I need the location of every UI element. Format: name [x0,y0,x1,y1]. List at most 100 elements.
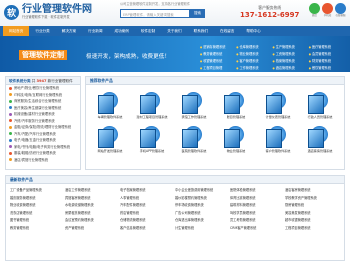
latest-product-link[interactable]: 图书管理系统 [10,217,65,225]
nav-item[interactable]: 行业新闻 [82,26,108,36]
nav-item[interactable]: 解决方案 [56,26,82,36]
product-card[interactable]: 酒店客房管理系统 [299,121,341,153]
qr-item[interactable]: 在线客服 [335,3,346,18]
latest-product-link[interactable]: 美容美发管理系统 [285,210,340,218]
software-count: 3947 [36,79,47,83]
latest-product-link[interactable]: 超市收银管理系统 [285,217,340,225]
banner-link[interactable]: 客户管理系统 [236,59,272,64]
latest-product-link[interactable]: 宾馆客房管理系统 [65,195,120,203]
latest-product-link[interactable]: 员工考勤管理系统 [230,217,285,225]
nav-item[interactable]: 软件定制 [135,26,161,36]
sidebar-category[interactable]: 酒店/宾馆行业管理系统 [6,157,80,164]
search-input[interactable]: ERP管理软件，请输入关键词搜索 [120,9,190,18]
latest-product-link[interactable]: 药店管理系统 [120,210,175,218]
banner-link[interactable]: 生产管理系统 [273,45,309,50]
banner-link[interactable]: 档案管理系统 [273,59,309,64]
nav-item[interactable]: 关于我们 [161,26,187,36]
latest-product-link[interactable]: 厨房管理系统 [285,202,340,210]
latest-product-link[interactable]: 洗衣店管理系统 [10,210,65,218]
qr-item[interactable]: 微信 [309,3,320,18]
latest-product-link[interactable]: 房屋租赁管理系统 [65,210,120,218]
latest-product-link[interactable]: 酒店工作管理系统 [65,187,120,195]
banner-link[interactable]: 酒店管理系统 [273,66,309,71]
software-box-icon [182,90,206,114]
latest-product-link[interactable]: 婚纱影楼预约管理系统 [175,195,230,203]
banner-link[interactable]: 餐饮管理系统 [309,66,345,71]
latest-product-link[interactable]: 计生管理系统 [175,225,230,233]
latest-product-link[interactable]: 中小企业差旅费用管理系统 [175,187,230,195]
nav-item[interactable]: 网站首页 [3,26,30,36]
banner-link[interactable]: 进销存管理系统 [200,45,236,50]
product-card[interactable]: 账目管理系统 [215,87,257,119]
category-dot-icon [9,125,12,129]
product-name: 宾馆工作管理系统 [181,115,207,119]
product-card[interactable]: 网站开发管理系统 [89,121,131,153]
latest-product-link[interactable]: 学校教学资产管理系统 [285,195,340,203]
latest-product-link[interactable]: 工厂设备产品管理系统 [10,187,65,195]
banner: 管理软件定制 极速开发，架构成熟，收费更低！ 进销存管理系统仓库管理系统生产管理… [0,36,350,72]
latest-product-link[interactable]: 汽车配件管理系统 [120,202,175,210]
product-card[interactable]: 手机APP管理系统 [131,121,173,153]
latest-product-link[interactable]: 广告公司管理系统 [175,210,230,218]
product-card[interactable]: 计量仪表管理系统 [257,87,299,119]
product-name: 车辆管理软件系统 [97,115,123,119]
latest-product-link[interactable]: 工程项目管理系统 [285,225,340,233]
product-card[interactable]: 客户管理软件系统 [257,121,299,153]
latest-product-link[interactable]: 人事管理系统 [120,195,175,203]
latest-product-link[interactable]: 物业收费管理系统 [10,202,65,210]
category-dot-icon [9,99,12,103]
product-name: 计量仪表管理系统 [265,115,291,119]
nav-item[interactable]: 行业分类 [29,26,55,36]
banner-slogan: 极速开发，架构成熟，收费更低！ [86,54,170,60]
category-dot-icon [9,151,12,155]
latest-product-link[interactable]: 婚庆服务管理系统 [10,195,65,203]
product-card[interactable]: 车辆管理软件系统 [89,87,131,119]
latest-product-link[interactable]: 酒店客房管理系统 [285,187,340,195]
banner-link[interactable]: 物业管理系统 [236,52,272,57]
banner-link[interactable]: 教务管理系统 [200,52,236,57]
category-dot-icon [9,112,12,116]
banner-link[interactable]: 医疗管理系统 [309,45,345,50]
product-card[interactable]: 物业管理系统 [215,121,257,153]
product-card[interactable]: 医院管理软件系统 [173,121,215,153]
nav-item[interactable]: 联系我们 [188,26,214,36]
latest-product-link[interactable]: 教务管理系统 [10,225,65,233]
banner-link[interactable]: 收银管理系统 [200,59,236,64]
banner-link[interactable]: 工作管理系统 [236,66,272,71]
latest-product-link[interactable]: 建筑材料管理系统 [230,202,285,210]
latest-title: 最新软件产品 [6,176,344,184]
latest-product-link[interactable]: 停车场收费管理系统 [175,202,230,210]
latest-product-link[interactable]: 会议室预约管理系统 [65,217,120,225]
product-name: 行政人员管理系统 [307,115,333,119]
category-sidebar: 软件系统分类 共 3947 款行业管理软件 房地产/物业/餐饮行业管理系统 IT科… [5,76,81,170]
product-card[interactable]: 宾馆工作管理系统 [173,87,215,119]
banner-link[interactable]: 工资管理系统 [273,52,309,57]
product-card[interactable]: 建材工程项目管理系统 [131,87,173,119]
banner-link[interactable]: 仓库管理系统 [236,45,272,50]
nav-item[interactable]: 帮助中心 [240,26,266,36]
banner-link[interactable]: 会员管理系统 [309,52,345,57]
latest-product-link[interactable]: 水电费收缴管理系统 [65,202,120,210]
nav-item[interactable]: 在线留言 [214,26,240,36]
latest-product-link[interactable]: 客户信息管理系统 [120,225,175,233]
category-dot-icon [9,119,12,123]
latest-product-link[interactable]: 仓库进出库管理系统 [175,217,230,225]
latest-product-link[interactable]: 仓储物流管理系统 [120,217,175,225]
latest-product-link[interactable]: 资产管理系统 [65,225,120,233]
search-button[interactable]: 搜索 [190,9,205,18]
banner-link[interactable]: 财务管理系统 [309,59,345,64]
qr-code-icon [322,3,333,14]
software-box-icon [182,124,206,148]
latest-product-link[interactable]: 电子档案管理系统 [120,187,175,195]
banner-link[interactable]: 工程项目管理 [200,66,236,71]
nav-item[interactable]: 成功案例 [109,26,135,36]
latest-product-link[interactable]: 驾校学员管理系统 [230,210,285,218]
qr-label: 手机站 [323,14,332,17]
latest-product-link[interactable]: CRM客户管理系统 [230,225,285,233]
main-nav: 网站首页 行业分类 解决方案 行业新闻 成功案例 软件定制 关于我们 联系我们 在线留言 帮助中心 [0,26,350,36]
latest-product-link[interactable]: 医院体检管理系统 [230,187,285,195]
site-logo[interactable]: 软 行业管理软件网 行业管理软件下载 · 软件定制开发 [4,4,92,20]
qr-item[interactable]: 手机站 [322,3,333,18]
product-card[interactable]: 行政人员管理系统 [299,87,341,119]
latest-product-link[interactable]: 体育比赛管理系统 [230,195,285,203]
